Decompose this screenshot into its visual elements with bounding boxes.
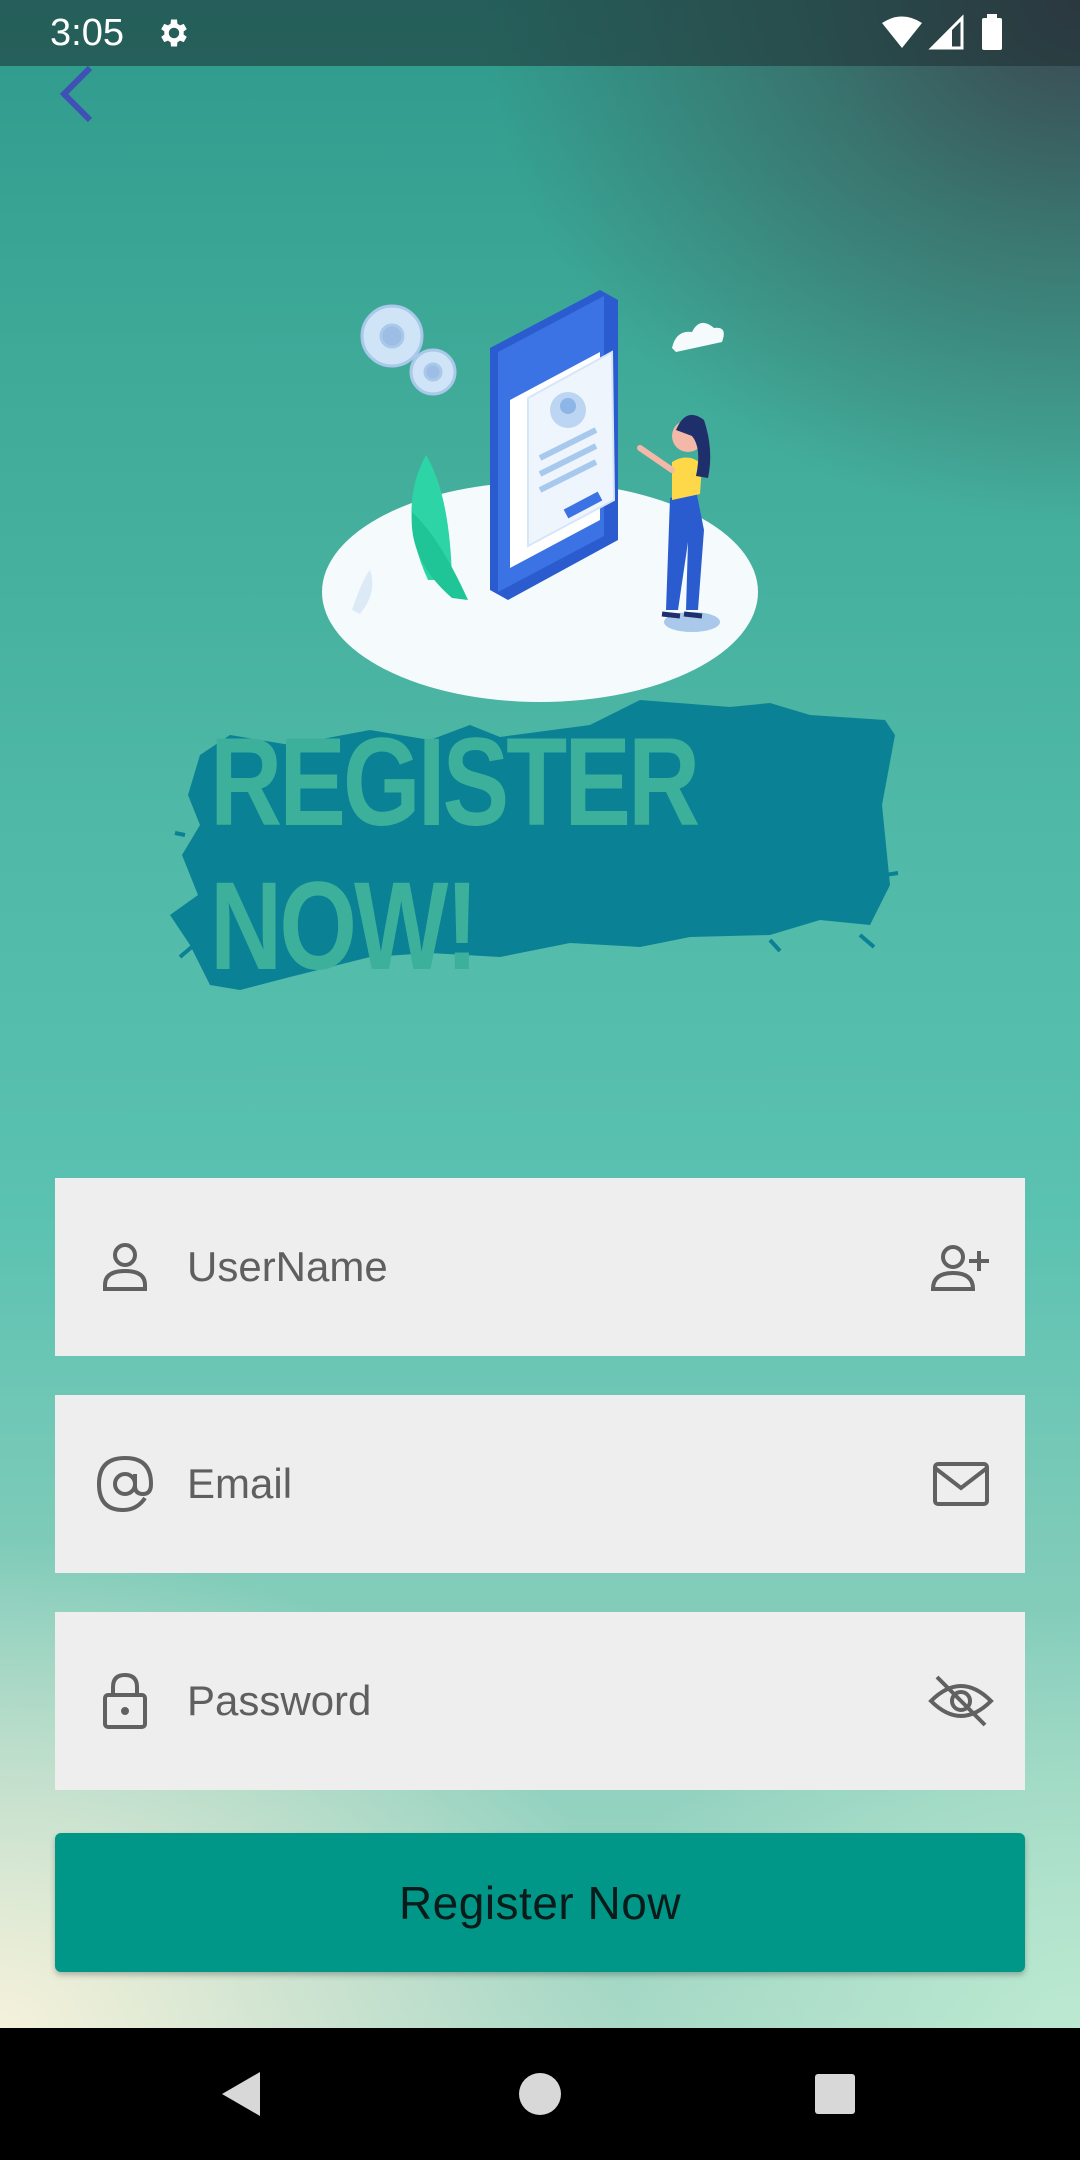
navigation-bar: [0, 2028, 1080, 2160]
home-circle-icon[interactable]: [510, 2064, 570, 2124]
password-field[interactable]: Password: [55, 1612, 1025, 1790]
gear-icon: [161, 19, 187, 47]
status-time: 3:05: [50, 12, 124, 54]
username-placeholder: UserName: [187, 1243, 388, 1290]
register-screen: 3:05 REGISTER NOW! UserName Email Passwo…: [0, 0, 1080, 2028]
register-button[interactable]: Register Now: [55, 1833, 1025, 1972]
battery-icon: [982, 14, 1002, 50]
back-triangle-icon[interactable]: [212, 2064, 272, 2124]
chevron-left-icon: [59, 65, 93, 123]
status-bar: 3:05: [0, 0, 1080, 66]
register-banner: REGISTER NOW!: [170, 695, 900, 1005]
email-field[interactable]: Email: [55, 1395, 1025, 1573]
recents-square-icon[interactable]: [805, 2064, 865, 2124]
cloud-icon: [672, 322, 724, 352]
mail-icon: [933, 1462, 989, 1506]
email-placeholder: Email: [187, 1460, 293, 1507]
screen: 3:05 REGISTER NOW! UserName Email Passwo…: [0, 0, 1080, 2160]
add-person-icon: [930, 1245, 989, 1291]
signal-icon: [928, 14, 964, 50]
back-button[interactable]: [50, 58, 110, 128]
banner-title: REGISTER NOW!: [210, 712, 700, 997]
username-field[interactable]: UserName: [55, 1178, 1025, 1356]
person-icon: [103, 1243, 147, 1291]
wifi-icon: [882, 16, 922, 48]
eye-off-icon[interactable]: [927, 1667, 995, 1735]
at-icon: [96, 1455, 154, 1513]
gears-icon: [360, 304, 457, 396]
register-illustration: [322, 290, 758, 702]
password-placeholder: Password: [187, 1677, 372, 1724]
system-status-icons: [882, 14, 1002, 50]
lock-icon: [103, 1672, 147, 1729]
